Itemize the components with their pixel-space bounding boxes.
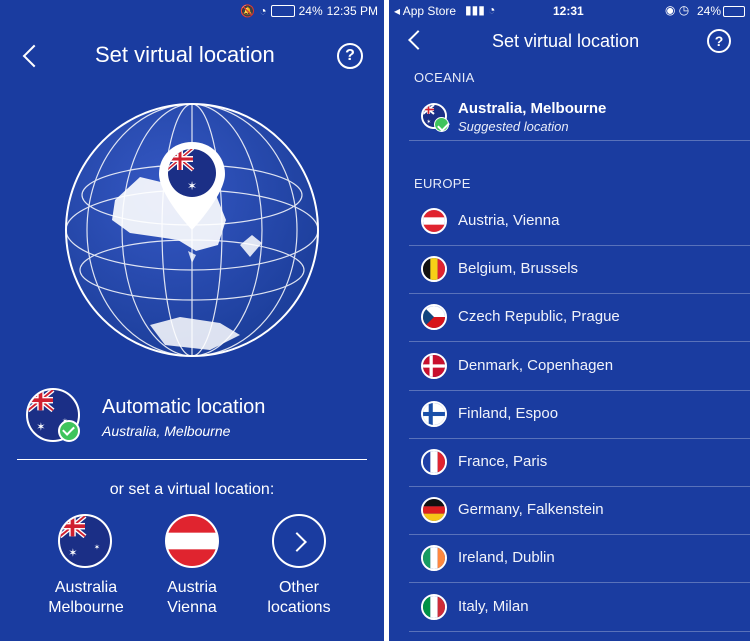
- page-title: Set virtual location: [95, 42, 275, 67]
- czech-flag-icon: [421, 304, 447, 331]
- list-item-france-paris[interactable]: France, Paris: [409, 439, 750, 487]
- page-title: Set virtual location: [492, 31, 640, 51]
- help-icon[interactable]: ?: [337, 43, 363, 69]
- germany-flag-icon: [421, 497, 447, 524]
- automatic-location-subtitle: Australia, Melbourne: [102, 423, 231, 439]
- status-time: 12:31: [553, 4, 584, 18]
- wifi-icon: ◔: [259, 4, 267, 18]
- status-time: 12:35 PM: [326, 4, 378, 18]
- check-icon: [434, 117, 449, 132]
- list-item-label: Finland, Espoo: [458, 404, 559, 422]
- austria-flag-icon: [421, 208, 447, 234]
- list-item-label: Ireland, Dublin: [458, 549, 555, 567]
- check-icon: [58, 420, 80, 442]
- list-item-label: Belgium, Brussels: [458, 260, 579, 278]
- ireland-flag-icon: [421, 545, 447, 572]
- option-label-line1: Other: [278, 579, 319, 596]
- list-item-denmark-copenhagen[interactable]: Denmark, Copenhagen: [409, 343, 750, 391]
- italy-flag-icon: [421, 593, 447, 620]
- status-bar: ◂ App Store ▮▮▮ ◔ 12:31 ◉ ◷ 24%: [389, 0, 750, 22]
- denmark-flag-icon: [421, 352, 447, 379]
- option-label-line2: Melbourne: [48, 599, 124, 616]
- list-item-czech-republic-prague[interactable]: Czech Republic, Prague: [409, 294, 750, 343]
- chevron-right-icon: [272, 514, 326, 568]
- option-label: Australia Melbourne: [40, 578, 132, 618]
- list-item-label: Germany, Falkenstein: [458, 501, 604, 519]
- back-icon[interactable]: [408, 30, 428, 50]
- svg-text:✶: ✶: [187, 179, 197, 193]
- status-bar: 🔕 ◔ 24% 12:35 PM: [0, 0, 384, 22]
- location-pin-icon: ✶: [159, 142, 225, 230]
- list-item-belgium-brussels[interactable]: Belgium, Brussels: [409, 246, 750, 295]
- automatic-location-title: Automatic location: [102, 396, 266, 418]
- divider: [17, 459, 367, 460]
- option-label: Other locations: [252, 578, 346, 618]
- option-label-line1: Australia: [54, 579, 118, 596]
- list-item-sublabel: Suggested location: [458, 119, 569, 134]
- option-label-line1: Austria: [167, 579, 217, 596]
- ios-screen: ◂ App Store ▮▮▮ ◔ 12:31 ◉ ◷ 24% Set virt…: [389, 0, 750, 641]
- list-item-label: Czech Republic, Prague: [458, 308, 620, 326]
- list-item-label: Denmark, Copenhagen: [458, 356, 614, 374]
- alarm-icon: ◉ ◷: [665, 3, 690, 17]
- mute-icon: 🔕: [240, 4, 256, 18]
- help-icon[interactable]: ?: [707, 29, 731, 53]
- list-item-austria-vienna[interactable]: Austria, Vienna: [409, 198, 750, 246]
- signal-icon: ▮▮▮ ◔: [465, 3, 496, 17]
- list-item-label: Australia, Melbourne: [458, 100, 607, 117]
- battery-level: 24%: [298, 4, 323, 18]
- battery-icon: [723, 6, 745, 17]
- option-label-line2: Vienna: [167, 599, 217, 616]
- list-item-germany-falkenstein[interactable]: Germany, Falkenstein: [409, 487, 750, 536]
- finland-flag-icon: [421, 400, 447, 427]
- belgium-flag-icon: [421, 256, 447, 283]
- svg-text:✶: ✶: [68, 547, 77, 560]
- list-item-label: Italy, Milan: [458, 597, 529, 615]
- section-header-oceania: OCEANIA: [414, 70, 475, 85]
- list-item-label: France, Paris: [458, 453, 548, 470]
- australia-flag-icon: ✶ ✶: [58, 514, 112, 568]
- back-icon[interactable]: [22, 44, 46, 68]
- battery-level: 24%: [697, 4, 722, 18]
- list-item-australia-melbourne[interactable]: ✶ Australia, Melbourne Suggested locatio…: [409, 92, 750, 141]
- svg-text:✶: ✶: [36, 421, 45, 434]
- option-label: Austria Vienna: [146, 578, 238, 618]
- france-flag-icon: [421, 449, 447, 475]
- austria-flag-icon: [165, 514, 219, 568]
- svg-text:✶: ✶: [426, 119, 431, 126]
- section-header-europe: EUROPE: [414, 176, 471, 191]
- list-item-ireland-dublin[interactable]: Ireland, Dublin: [409, 535, 750, 584]
- list-item-italy-milan[interactable]: Italy, Milan: [409, 584, 750, 632]
- carrier-label: ◂ App Store: [394, 4, 457, 18]
- option-label-line2: locations: [267, 599, 331, 616]
- list-item-label: Austria, Vienna: [458, 212, 560, 229]
- svg-text:✶: ✶: [94, 542, 100, 551]
- virtual-location-prompt: or set a virtual location:: [109, 481, 275, 498]
- list-item-finland-espoo[interactable]: Finland, Espoo: [409, 391, 750, 439]
- android-screen: 🔕 ◔ 24% 12:35 PM Set virtual location ?: [0, 0, 384, 641]
- battery-icon: [270, 5, 295, 17]
